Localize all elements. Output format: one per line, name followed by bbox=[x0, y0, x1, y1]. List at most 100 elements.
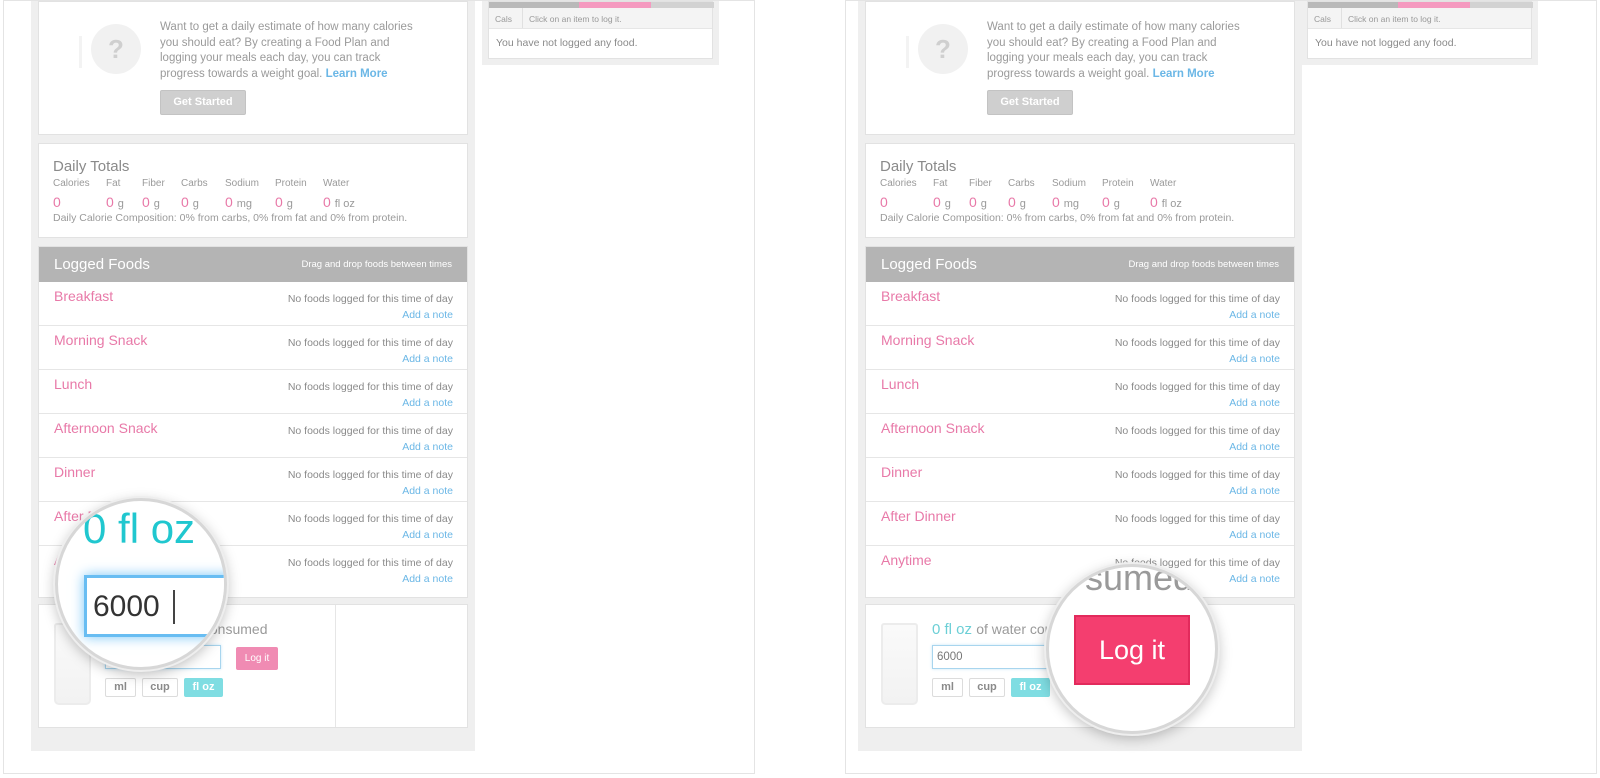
meal-row-dinner: Dinner No foods logged for this time of d… bbox=[39, 458, 467, 502]
meal-status: No foods logged for this time of day bbox=[287, 425, 453, 437]
click-hint: Click on an item to log it. bbox=[529, 14, 622, 24]
meal-status: No foods logged for this time of day bbox=[287, 557, 453, 569]
meal-row-breakfast: Breakfast No foods logged for this time o… bbox=[39, 282, 467, 326]
meal-name[interactable]: Breakfast bbox=[54, 288, 113, 304]
add-note-link[interactable]: Add a note bbox=[402, 529, 453, 541]
question-mark-icon: ? bbox=[91, 24, 141, 74]
unit-fl-oz-button[interactable]: fl oz bbox=[184, 678, 223, 697]
nutrient-calories: Calories 0 bbox=[53, 178, 90, 210]
food-plan-card: ? Want to get a daily estimate of how ma… bbox=[865, 1, 1295, 135]
unit-ml-button[interactable]: ml bbox=[105, 678, 136, 697]
zoomed-log-it-button[interactable]: Log it bbox=[1074, 615, 1190, 685]
nutrient-sodium: Sodium 0 mg bbox=[225, 178, 259, 210]
add-note-link[interactable]: Add a note bbox=[402, 353, 453, 365]
get-started-button[interactable]: Get Started bbox=[987, 90, 1073, 115]
meal-status: No foods logged for this time of day bbox=[1114, 381, 1280, 393]
learn-more-link[interactable]: Learn More bbox=[326, 68, 388, 80]
meal-status: No foods logged for this time of day bbox=[1114, 469, 1280, 481]
logged-foods-title: Logged Foods bbox=[54, 256, 150, 273]
daily-totals-title: Daily Totals bbox=[880, 158, 957, 175]
learn-more-link[interactable]: Learn More bbox=[1153, 68, 1215, 80]
meal-status: No foods logged for this time of day bbox=[287, 513, 453, 525]
meal-name[interactable]: After Dinner bbox=[881, 508, 956, 524]
add-note-link[interactable]: Add a note bbox=[402, 309, 453, 321]
no-food-message: You have not logged any food. bbox=[1315, 37, 1457, 49]
nutrient-protein: Protein 0 g bbox=[275, 178, 307, 210]
text-caret bbox=[173, 590, 175, 624]
nutrient-protein: Protein 0 g bbox=[1102, 178, 1134, 210]
unit-fl-oz-button[interactable]: fl oz bbox=[1011, 678, 1050, 697]
logged-foods-card: Logged Foods Drag and drop foods between… bbox=[865, 246, 1295, 598]
meal-row-lunch: Lunch No foods logged for this time of da… bbox=[866, 370, 1294, 414]
meal-name[interactable]: Breakfast bbox=[881, 288, 940, 304]
logged-foods-header: Logged Foods Drag and drop foods between… bbox=[866, 247, 1294, 282]
add-note-link[interactable]: Add a note bbox=[1229, 397, 1280, 409]
question-mark-icon: ? bbox=[918, 24, 968, 74]
food-plan-description: Want to get a daily estimate of how many… bbox=[160, 21, 413, 80]
logged-foods-header: Logged Foods Drag and drop foods between… bbox=[39, 247, 467, 282]
fork-icon bbox=[79, 36, 82, 68]
nutrient-water: Water 0 fl oz bbox=[323, 178, 355, 210]
zoomed-water-amount: 0 fl oz bbox=[83, 505, 196, 552]
add-note-link[interactable]: Add a note bbox=[1229, 441, 1280, 453]
nutrient-fat: Fat 0 g bbox=[106, 178, 124, 210]
calorie-composition: Daily Calorie Composition: 0% from carbs… bbox=[880, 212, 1235, 224]
meal-status: No foods logged for this time of day bbox=[287, 293, 453, 305]
zoomed-water-input[interactable]: 6000 bbox=[84, 575, 224, 637]
food-plan-description: Want to get a daily estimate of how many… bbox=[987, 21, 1240, 80]
drag-drop-hint: Drag and drop foods between times bbox=[1128, 259, 1279, 270]
no-food-message: You have not logged any food. bbox=[496, 37, 638, 49]
magnifier-left: 0 fl oz 6000 bbox=[55, 498, 227, 670]
daily-totals-card: Daily Totals Calories 0 Fat 0 g Fiber 0 g C… bbox=[865, 143, 1295, 238]
add-note-link[interactable]: Add a note bbox=[1229, 529, 1280, 541]
add-note-link[interactable]: Add a note bbox=[402, 485, 453, 497]
nutrient-carbs: Carbs 0 g bbox=[181, 178, 208, 210]
meal-name[interactable]: Morning Snack bbox=[881, 332, 974, 348]
meal-row-breakfast: Breakfast No foods logged for this time o… bbox=[866, 282, 1294, 326]
recent-foods-list: Cals Click on an item to log it. You hav… bbox=[1307, 1, 1533, 59]
add-note-link[interactable]: Add a note bbox=[402, 441, 453, 453]
nutrient-water: Water 0 fl oz bbox=[1150, 178, 1182, 210]
water-input[interactable]: 6000 bbox=[932, 645, 1048, 669]
meal-name[interactable]: Dinner bbox=[54, 464, 95, 480]
meal-name[interactable]: Afternoon Snack bbox=[54, 420, 158, 436]
recent-foods-panel: Cals Click on an item to log it. You hav… bbox=[1301, 1, 1538, 65]
meal-row-afternoon-snack: Afternoon Snack No foods logged for this … bbox=[39, 414, 467, 458]
add-note-link[interactable]: Add a note bbox=[402, 397, 453, 409]
water-divider bbox=[335, 605, 336, 727]
get-started-button[interactable]: Get Started bbox=[160, 90, 246, 115]
meal-status: No foods logged for this time of day bbox=[1114, 293, 1280, 305]
daily-totals-card: Daily Totals Calories 0 Fat 0 g Fiber 0 g C… bbox=[38, 143, 468, 238]
meal-status: No foods logged for this time of day bbox=[287, 337, 453, 349]
meal-name[interactable]: Morning Snack bbox=[54, 332, 147, 348]
add-note-link[interactable]: Add a note bbox=[1229, 485, 1280, 497]
meal-row-afternoon-snack: Afternoon Snack No foods logged for this … bbox=[866, 414, 1294, 458]
meal-name[interactable]: Lunch bbox=[881, 376, 919, 392]
nutrient-fat: Fat 0 g bbox=[933, 178, 951, 210]
nutrient-fiber: Fiber 0 g bbox=[969, 178, 992, 210]
log-it-button[interactable]: Log it bbox=[236, 647, 278, 670]
meal-status: No foods logged for this time of day bbox=[1114, 425, 1280, 437]
unit-ml-button[interactable]: ml bbox=[932, 678, 963, 697]
add-note-link[interactable]: Add a note bbox=[1229, 573, 1280, 585]
unit-cup-button[interactable]: cup bbox=[142, 678, 178, 697]
add-note-link[interactable]: Add a note bbox=[1229, 353, 1280, 365]
meal-name[interactable]: Afternoon Snack bbox=[881, 420, 985, 436]
unit-cup-button[interactable]: cup bbox=[969, 678, 1005, 697]
nutrient-calories: Calories 0 bbox=[880, 178, 917, 210]
nutrient-fiber: Fiber 0 g bbox=[142, 178, 165, 210]
click-hint: Click on an item to log it. bbox=[1348, 14, 1441, 24]
meal-name[interactable]: Anytime bbox=[881, 552, 932, 568]
food-plan-card: ? Want to get a daily estimate of how ma… bbox=[38, 1, 468, 135]
magnifier-right: sumed Log it bbox=[1046, 564, 1218, 734]
zoomed-consumed-text: sumed bbox=[1085, 564, 1194, 598]
logged-foods-title: Logged Foods bbox=[881, 256, 977, 273]
add-note-link[interactable]: Add a note bbox=[1229, 309, 1280, 321]
add-note-link[interactable]: Add a note bbox=[402, 573, 453, 585]
fork-icon bbox=[906, 36, 909, 68]
recent-foods-list: Cals Click on an item to log it. You hav… bbox=[488, 1, 714, 59]
meal-name[interactable]: Dinner bbox=[881, 464, 922, 480]
nutrient-carbs: Carbs 0 g bbox=[1008, 178, 1035, 210]
recent-foods-panel: Cals Click on an item to log it. You hav… bbox=[482, 1, 719, 65]
meal-name[interactable]: Lunch bbox=[54, 376, 92, 392]
